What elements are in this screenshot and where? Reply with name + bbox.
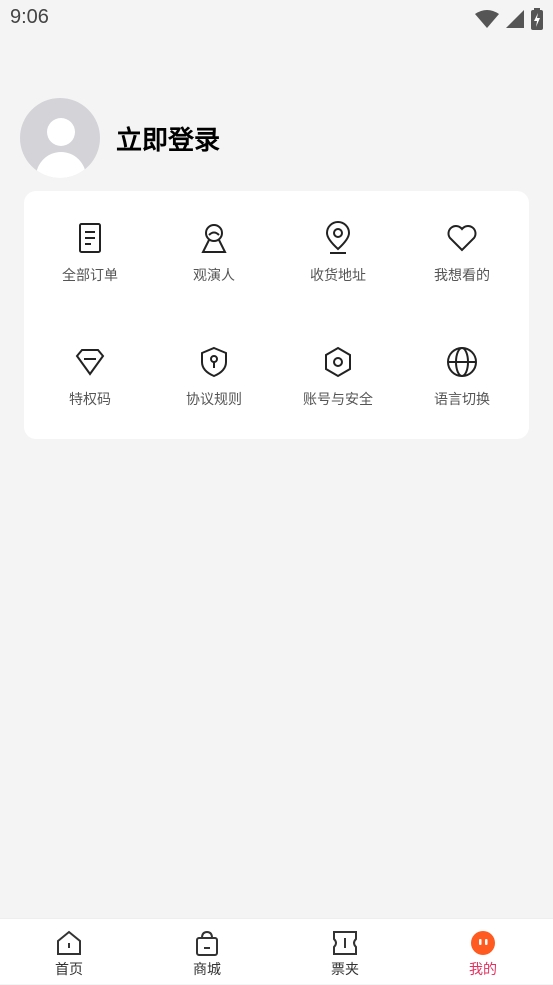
status-time: 9:06 xyxy=(10,6,49,28)
status-icons xyxy=(475,8,543,30)
hexagon-settings-icon xyxy=(325,346,351,378)
menu-label: 观演人 xyxy=(193,268,235,284)
profile-face-icon xyxy=(471,931,495,955)
tab-label: 票夹 xyxy=(331,962,359,978)
document-icon xyxy=(79,223,101,253)
person-icon xyxy=(201,224,227,253)
location-pin-icon xyxy=(325,221,351,254)
menu-label: 全部订单 xyxy=(62,268,118,284)
shopping-bag-icon xyxy=(196,930,218,956)
menu-item-audience[interactable]: 观演人 xyxy=(152,221,276,311)
menu-item-shipping-address[interactable]: 收货地址 xyxy=(276,221,400,311)
avatar[interactable] xyxy=(20,98,100,178)
ticket-icon xyxy=(333,931,357,955)
menu-item-language[interactable]: 语言切换 xyxy=(400,345,524,435)
menu-label: 账号与安全 xyxy=(303,392,373,408)
tab-label: 首页 xyxy=(55,962,83,978)
menu-item-agreements[interactable]: 协议规则 xyxy=(152,345,276,435)
menu-label: 语言切换 xyxy=(434,392,490,408)
heart-icon xyxy=(447,225,477,252)
menu-label: 我想看的 xyxy=(434,268,490,284)
tab-home[interactable]: 首页 xyxy=(0,919,138,985)
menu-item-privilege-code[interactable]: 特权码 xyxy=(28,345,152,435)
menu-card: 全部订单 观演人 收货地址 我想看的 特权码 协议规则 账号与安全 语言切换 xyxy=(24,191,529,439)
tab-mall[interactable]: 商城 xyxy=(138,919,276,985)
menu-item-account-security[interactable]: 账号与安全 xyxy=(276,345,400,435)
menu-label: 收货地址 xyxy=(310,268,366,284)
status-bar: 9:06 xyxy=(0,0,553,38)
tab-label: 我的 xyxy=(469,962,497,978)
wifi-icon xyxy=(475,10,499,28)
diamond-icon xyxy=(75,349,105,376)
battery-icon xyxy=(531,8,543,30)
shield-icon xyxy=(201,346,227,378)
home-icon xyxy=(57,930,81,955)
tab-tickets[interactable]: 票夹 xyxy=(276,919,414,985)
globe-icon xyxy=(447,347,477,377)
login-profile[interactable]: 立即登录 xyxy=(20,98,220,178)
bottom-tab-bar: 首页 商城 票夹 我的 xyxy=(0,918,553,984)
login-label[interactable]: 立即登录 xyxy=(116,120,220,157)
menu-item-all-orders[interactable]: 全部订单 xyxy=(28,221,152,311)
menu-item-wishlist[interactable]: 我想看的 xyxy=(400,221,524,311)
menu-label: 协议规则 xyxy=(186,392,242,408)
tab-label: 商城 xyxy=(193,962,221,978)
tab-mine[interactable]: 我的 xyxy=(414,919,552,985)
menu-label: 特权码 xyxy=(69,392,111,408)
cellular-signal-icon xyxy=(506,10,524,28)
